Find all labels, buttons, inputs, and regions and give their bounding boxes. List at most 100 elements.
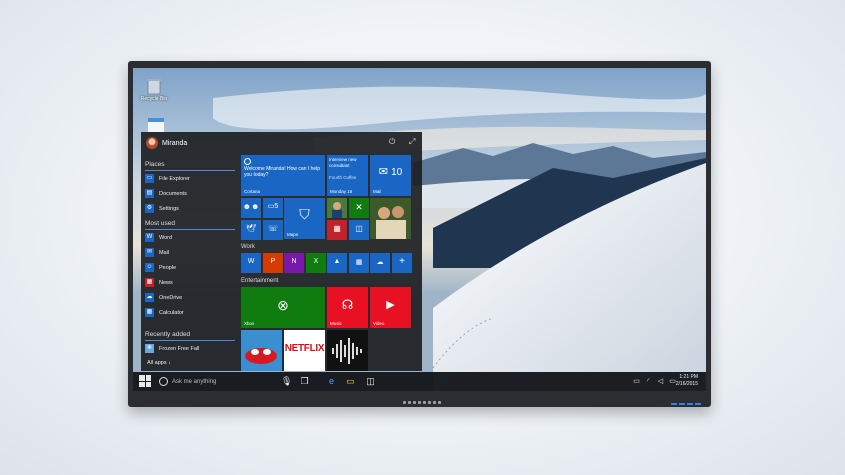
tile-netflix[interactable]: NETFLIX [284, 330, 325, 371]
tile-cars-game[interactable] [241, 330, 282, 371]
store-icon[interactable]: ◫ [365, 376, 376, 387]
tile-twitter[interactable]: 🕊 [241, 220, 261, 240]
excel-icon: X [313, 258, 319, 265]
trash-icon [144, 76, 164, 96]
tile-label: Xbox [244, 321, 255, 326]
tile-store[interactable]: ◫ [349, 220, 369, 240]
list-item-label: Settings [159, 205, 179, 212]
calendar-event: Interview new consultant [329, 157, 357, 168]
list-item-label: Frozen Free Fall [159, 345, 200, 352]
list-item-documents[interactable]: ▤ Documents [145, 187, 187, 200]
tile-xbox[interactable]: ⊗ Xbox [241, 287, 325, 328]
tile-powerpoint[interactable]: P [263, 253, 283, 273]
desktop-screen: Recycle Bin Miranda ⏻ ⤢ Places ▭ File Ex… [133, 68, 706, 391]
tile-calendar[interactable]: Interview new consultant Fourth Coffee M… [327, 155, 368, 196]
gear-icon: ⚙ [145, 204, 154, 213]
tile-label: Mail [373, 189, 382, 194]
search-placeholder: Ask me anything [172, 378, 217, 385]
windows-start-icon[interactable] [139, 375, 151, 387]
status-indicators [671, 403, 701, 405]
people-icon: ☺ [145, 263, 154, 272]
user-account[interactable]: Miranda [146, 137, 187, 149]
recycle-bin-icon[interactable]: Recycle Bin [139, 76, 169, 102]
xbox-icon: ✕ [355, 202, 363, 212]
cloud-icon: ☁ [145, 293, 154, 302]
tile-photos[interactable] [370, 198, 411, 239]
xbox-icon: ⊗ [277, 297, 289, 313]
tile-messaging[interactable]: ▭5 [263, 198, 283, 218]
documents-icon: ▤ [145, 189, 154, 198]
phone-icon: ☏ [267, 224, 278, 233]
cortana-circle-icon [159, 377, 168, 386]
search-box[interactable]: Ask me anything [159, 373, 289, 390]
microphone-icon[interactable]: 🎙 [281, 376, 292, 387]
news-icon: ▦ [333, 224, 341, 233]
list-item-label: OneDrive [159, 294, 183, 301]
file-explorer-icon[interactable]: ▭ [345, 376, 356, 387]
tile-cortana[interactable]: Welcome Miranda! How can I help you toda… [241, 155, 325, 196]
store-icon: ◫ [355, 224, 363, 233]
tile-people[interactable]: ☻☻ [241, 198, 261, 218]
chat-icon: ▭5 [267, 203, 279, 210]
tile-xbox-small[interactable]: ✕ [349, 198, 369, 218]
tile-sway[interactable]: ▲ [327, 253, 347, 273]
tile-word[interactable]: W [241, 253, 261, 273]
tile-label: Video [373, 321, 385, 326]
headphones-icon: ☊ [341, 297, 354, 312]
list-item-people[interactable]: ☺ People [145, 261, 176, 274]
tile-add[interactable]: + [392, 253, 412, 273]
tile-label: Maps [287, 232, 299, 237]
tile-onenote[interactable]: N [284, 253, 304, 273]
mail-count: 10 [391, 167, 403, 178]
tile-news-small[interactable]: ▦ [327, 220, 347, 240]
edge-icon[interactable]: e [326, 376, 337, 387]
list-item-frozen-free-fall[interactable]: ❄ Frozen Free Fall [145, 342, 199, 355]
list-item-onedrive[interactable]: ☁ OneDrive [145, 291, 182, 304]
places-divider [145, 170, 235, 171]
clock-date: 2/16/2015 [675, 381, 698, 387]
start-menu: Miranda ⏻ ⤢ Places ▭ File Explorer ▤ Doc… [141, 132, 422, 371]
cortana-message: Welcome Miranda! How can I help you toda… [244, 166, 321, 178]
most-used-heading: Most used [145, 220, 175, 227]
volume-icon[interactable]: ◁ [655, 376, 666, 387]
folder-icon: ▭ [145, 174, 154, 183]
tile-audio[interactable] [327, 330, 368, 371]
list-item-file-explorer[interactable]: ▭ File Explorer [145, 172, 190, 185]
system-clock[interactable]: 1:21 PM 2/16/2015 [676, 374, 698, 388]
tile-mail[interactable]: ✉ 10 Mail [370, 155, 411, 196]
tile-label: Cortana [244, 189, 261, 194]
list-item-news[interactable]: ▦ News [145, 276, 173, 289]
tile-label: Monday 16 [330, 189, 353, 194]
mail-icon: ✉ [145, 248, 154, 257]
list-item-mail[interactable]: ✉ Mail [145, 246, 169, 259]
tile-video[interactable]: ▶ Video [370, 287, 411, 328]
task-view-icon[interactable]: ❐ [299, 376, 310, 387]
tile-music[interactable]: ☊ Music [327, 287, 368, 328]
play-icon: ▶ [386, 299, 395, 311]
cortana-icon [244, 158, 251, 165]
message-count: 5 [274, 203, 279, 210]
expand-icon[interactable]: ⤢ [409, 137, 415, 147]
wifi-icon[interactable]: ◜ [643, 376, 654, 387]
list-item-settings[interactable]: ⚙ Settings [145, 202, 179, 215]
power-icon[interactable]: ⏻ [389, 137, 395, 147]
tile-photo-person[interactable] [327, 198, 347, 218]
people-icon: ☻☻ [242, 202, 260, 211]
list-item-calculator[interactable]: ▦ Calculator [145, 306, 184, 319]
tile-excel[interactable]: X [306, 253, 326, 273]
tile-label: Music [330, 321, 342, 326]
frozen-icon: ❄ [145, 344, 154, 353]
map-icon: ⛉ [299, 206, 310, 222]
tile-phone[interactable]: ☏ [263, 220, 283, 240]
tile-onedrive[interactable]: ☁ [370, 253, 390, 273]
word-icon: W [247, 258, 255, 265]
tile-maps[interactable]: ⛉ Maps [284, 198, 325, 239]
tile-calculator[interactable]: ▦ [349, 253, 369, 273]
list-item-label: File Explorer [159, 175, 190, 182]
all-apps-button[interactable]: All apps ↓ [147, 360, 171, 366]
list-item-word[interactable]: W Word [145, 231, 172, 244]
front-indicator-lights [403, 401, 441, 404]
network-icon[interactable]: ▭ [631, 376, 642, 387]
news-icon: ▦ [145, 278, 154, 287]
list-item-label: People [159, 264, 177, 271]
